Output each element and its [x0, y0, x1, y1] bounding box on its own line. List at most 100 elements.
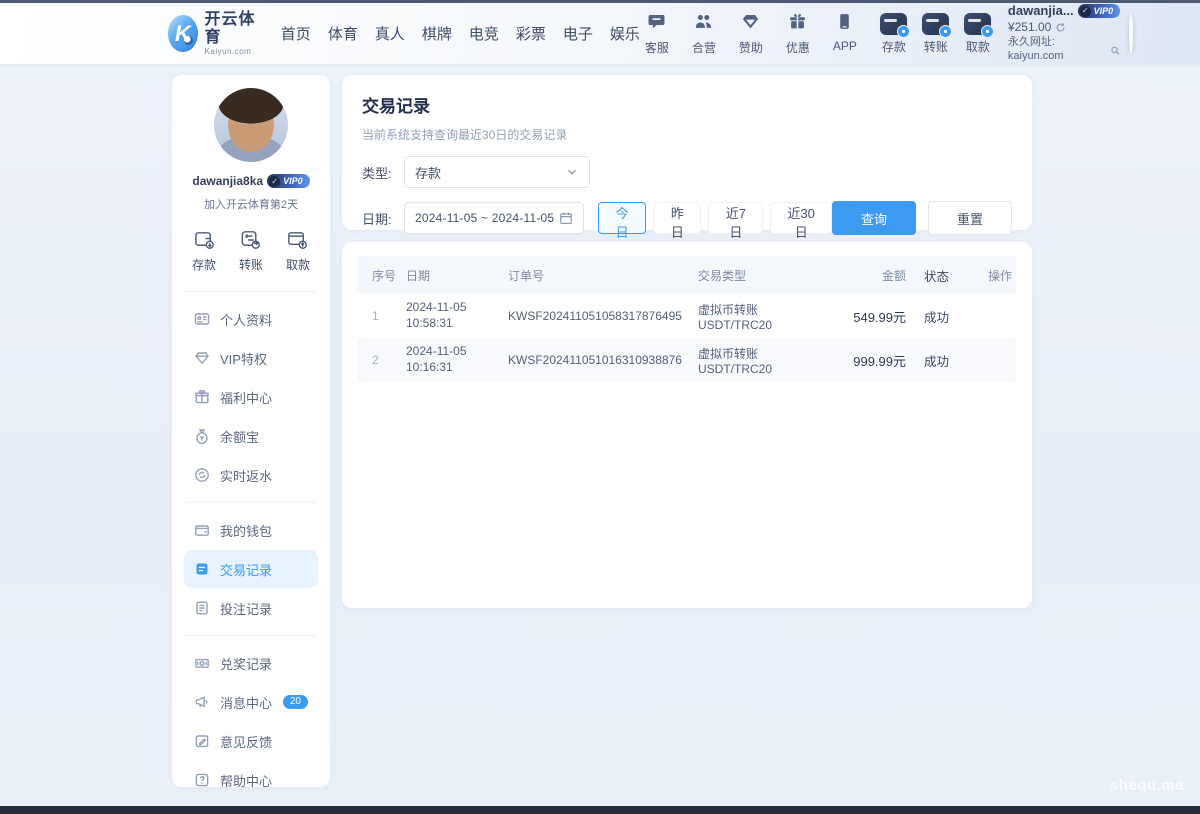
sidebar-deposit-button[interactable]: 存款	[192, 228, 216, 273]
sidebar-item-rebate[interactable]: 实时返水	[184, 456, 318, 494]
nav-item-home[interactable]: 首页	[281, 23, 311, 44]
rebate-icon	[194, 467, 210, 483]
deposit-button[interactable]: 存款	[878, 13, 910, 55]
cell-order-number: KWSF202411051016310938876	[504, 347, 694, 373]
sidebar-item-help[interactable]: 帮助中心	[184, 761, 318, 799]
partners-button[interactable]: 合营	[687, 12, 721, 56]
col-header-action: 操作	[980, 267, 1016, 284]
calendar-icon	[559, 211, 573, 225]
sidebar-item-wallet[interactable]: 我的钱包	[184, 511, 318, 549]
deposit-icon	[193, 228, 216, 251]
deposit-label: 存款	[882, 38, 906, 55]
brand-logo[interactable]: K 开云体育 Kaiyun.com	[168, 11, 259, 55]
refresh-icon[interactable]	[1055, 22, 1066, 33]
range-7days-button[interactable]: 近7日	[708, 202, 763, 234]
profile-vip-badge: ✓VIP0	[267, 174, 310, 188]
sidebar-transfer-button[interactable]: 转账	[239, 228, 263, 273]
prize-record-icon	[194, 655, 210, 671]
col-header-order: 订单号	[504, 267, 694, 284]
type-select[interactable]: 存款	[404, 156, 590, 188]
vip-diamond-icon	[194, 350, 210, 366]
filter-panel: 交易记录 当前系统支持查询最近30日的交易记录 类型: 存款 日期: 2024-…	[342, 75, 1032, 230]
help-icon	[194, 772, 210, 788]
withdraw-button[interactable]: 取款	[962, 13, 994, 55]
col-header-status: 状态	[910, 266, 980, 285]
logo-brand-text: 开云体育	[205, 11, 259, 46]
cell-amount: 999.99元	[818, 345, 910, 376]
cell-transaction-type: 虚拟币转账USDT/TRC20	[694, 295, 818, 338]
avatar[interactable]	[1129, 14, 1133, 54]
page-subtitle: 当前系统支持查询最近30日的交易记录	[362, 126, 1012, 143]
username-header[interactable]: dawanjia...	[1008, 3, 1074, 19]
cell-amount: 549.99元	[818, 301, 910, 332]
sidebar-item-bet-records[interactable]: 投注记录	[184, 589, 318, 627]
transfer-icon	[239, 228, 262, 251]
permanent-url-label: 永久网址: kaiyun.com	[1008, 36, 1107, 64]
sidebar-item-label: 余额宝	[220, 427, 259, 446]
transfer-button[interactable]: 转账	[920, 13, 952, 55]
sidebar-item-label: 意见反馈	[220, 732, 272, 751]
sidebar-item-prize-records[interactable]: 兑奖记录	[184, 644, 318, 682]
col-header-type: 交易类型	[694, 267, 818, 284]
sidebar-item-vip[interactable]: VIP特权	[184, 339, 318, 377]
date-range-value: 2024-11-05 ~ 2024-11-05	[415, 211, 559, 225]
message-count-badge: 20	[283, 695, 308, 709]
nav-item-slots[interactable]: 电子	[563, 23, 593, 44]
app-download-button[interactable]: APP	[828, 12, 862, 56]
cell-action	[980, 354, 1016, 366]
sidebar-quick-actions: 存款 转账 取款	[184, 212, 318, 283]
date-range-input[interactable]: 2024-11-05 ~ 2024-11-05	[404, 202, 584, 234]
nav-item-entertainment[interactable]: 娱乐	[610, 23, 640, 44]
nav-item-chess[interactable]: 棋牌	[422, 23, 452, 44]
logo-domain-text: Kaiyun.com	[205, 47, 259, 56]
sidebar-item-profile[interactable]: 个人资料	[184, 300, 318, 338]
sidebar-item-yuebao[interactable]: 余额宝	[184, 417, 318, 455]
customer-service-button[interactable]: 客服	[640, 12, 674, 56]
range-yesterday-button[interactable]: 昨日	[653, 202, 701, 234]
col-header-amount: 金额	[818, 267, 910, 284]
nav-item-esports[interactable]: 电竞	[469, 23, 499, 44]
sidebar-item-label: 实时返水	[220, 466, 272, 485]
header-quick-icons: 客服 合营 赞助 优惠 APP	[640, 12, 862, 56]
range-30days-button[interactable]: 近30日	[770, 202, 832, 234]
sidebar-item-label: 福利中心	[220, 388, 272, 407]
sidebar-item-label: 帮助中心	[220, 771, 272, 790]
nav-item-lottery[interactable]: 彩票	[516, 23, 546, 44]
chat-icon	[647, 12, 666, 36]
cell-no: 2	[358, 347, 402, 373]
transfer-label: 转账	[924, 38, 948, 55]
nav-item-sports[interactable]: 体育	[328, 23, 358, 44]
message-icon	[194, 694, 210, 710]
sidebar-item-transactions[interactable]: 交易记录	[184, 550, 318, 588]
sidebar-item-benefits[interactable]: 福利中心	[184, 378, 318, 416]
cell-action	[980, 310, 1016, 322]
cell-date: 2024-11-05 10:16:31	[402, 338, 504, 381]
logo-mark-icon: K	[168, 15, 198, 52]
promotions-button[interactable]: 优惠	[781, 12, 815, 56]
cell-status: 成功	[910, 345, 980, 376]
deposit-card-icon	[880, 13, 907, 35]
sidebar-item-label: 兑奖记录	[220, 654, 272, 673]
partners-label: 合营	[692, 39, 716, 56]
query-button[interactable]: 查询	[832, 201, 916, 235]
phone-icon	[835, 12, 854, 36]
sidebar-item-feedback[interactable]: 意见反馈	[184, 722, 318, 760]
table-header-row: 序号 日期 订单号 交易类型 金额 状态 操作	[358, 256, 1016, 294]
profile-avatar	[214, 88, 288, 162]
sidebar-item-messages[interactable]: 消息中心 20	[184, 683, 318, 721]
search-icon[interactable]	[1110, 45, 1120, 56]
withdraw-card-icon	[964, 13, 991, 35]
cell-transaction-type: 虚拟币转账USDT/TRC20	[694, 339, 818, 382]
sidebar-withdraw-button[interactable]: 取款	[286, 228, 310, 273]
date-range-shortcuts: 今日 昨日 近7日 近30日	[598, 202, 832, 234]
divider	[186, 502, 316, 503]
reset-button[interactable]: 重置	[928, 201, 1012, 235]
sidebar-item-label: 个人资料	[220, 310, 272, 329]
divider	[186, 635, 316, 636]
partners-icon	[694, 12, 713, 36]
range-today-button[interactable]: 今日	[598, 202, 646, 234]
diamond-icon	[741, 12, 760, 36]
sponsor-button[interactable]: 赞助	[734, 12, 768, 56]
sidebar-item-label: 交易记录	[220, 560, 272, 579]
nav-item-live[interactable]: 真人	[375, 23, 405, 44]
